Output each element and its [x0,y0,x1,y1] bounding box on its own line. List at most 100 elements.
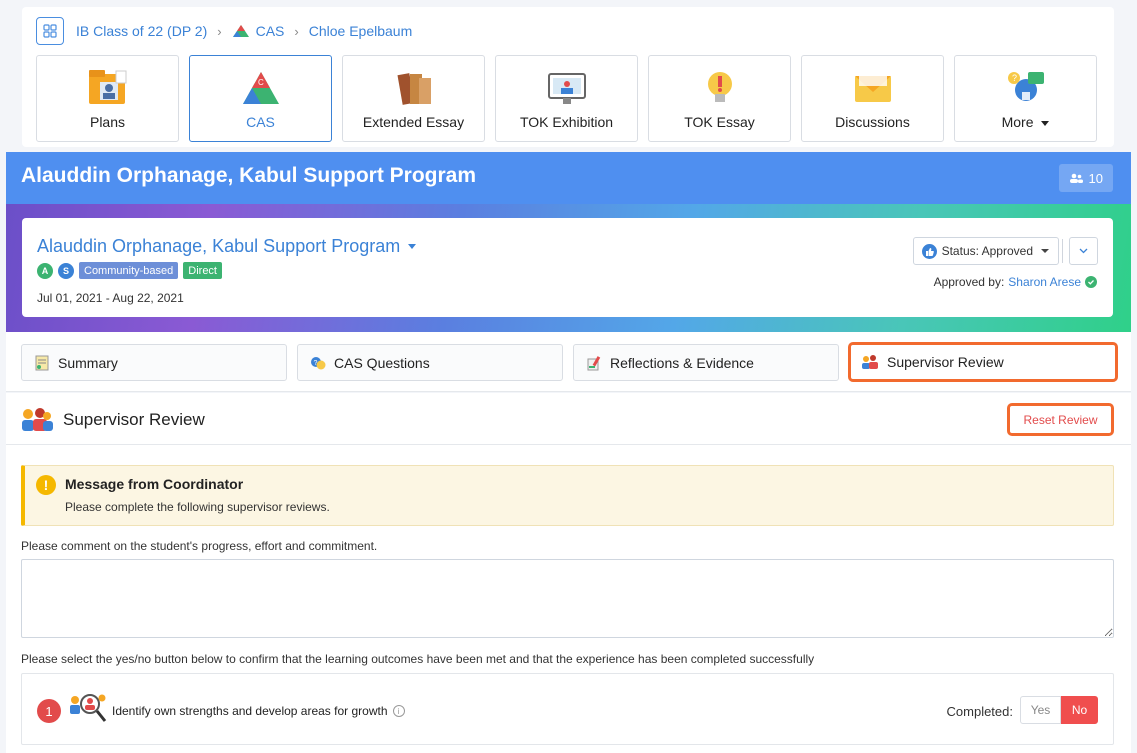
breadcrumb-class[interactable]: IB Class of 22 (DP 2) [76,23,207,39]
reset-review-button[interactable]: Reset Review [1007,403,1114,436]
comment-field[interactable] [21,559,1114,638]
project-banner: Alauddin Orphanage, Kabul Support Progra… [6,152,1131,204]
tile-tok-essay[interactable]: TOK Essay [648,55,791,142]
approved-by-label: Approved by: [933,275,1005,289]
caret-down-icon [1041,249,1049,253]
coordinator-message: ! Message from Coordinator Please comple… [21,465,1114,526]
info-icon[interactable]: i [392,705,405,717]
tile-more-label: More [955,114,1096,130]
project-hero: Alauddin Orphanage, Kabul Support Progra… [6,204,1131,332]
activity-badge: A [37,262,53,279]
users-icon [1069,173,1083,183]
approver-link[interactable]: Sharon Arese [1008,275,1081,289]
tile-tok-exhibition[interactable]: TOK Exhibition [495,55,638,142]
apps-grid-button[interactable] [36,17,64,45]
yes-button[interactable]: Yes [1020,696,1061,724]
more-modules-icon: ? [1007,72,1044,101]
svg-text:?: ? [314,360,318,367]
thumbs-up-icon [921,243,937,259]
service-badge: S [58,262,74,279]
tile-plans[interactable]: Plans [36,55,179,142]
module-navigation-card: IB Class of 22 (DP 2) › CAS › Chloe Epel… [22,7,1114,147]
project-tabs: Summary ? CAS Questions Reflections & Ev… [6,332,1131,392]
learning-outcome-row: 1 Identify own strengths and develop are… [21,673,1114,745]
tile-tok-essay-label: TOK Essay [684,114,755,130]
section-header: Supervisor Review Reset Review [6,393,1131,445]
tile-discussions-label: Discussions [835,114,910,130]
members-button[interactable]: 10 [1058,164,1113,192]
no-button[interactable]: No [1061,696,1098,724]
tab-reflections-evidence[interactable]: Reflections & Evidence [573,344,839,381]
tile-plans-label: Plans [89,114,126,130]
chevron-right-icon: › [294,23,299,39]
tile-extended-essay[interactable]: Extended Essay [342,55,485,142]
divider [1062,239,1063,263]
tile-cas-label: CAS [246,114,275,130]
tab-supervisor-review[interactable]: Supervisor Review [848,342,1118,382]
approved-by: Approved by: Sharon Arese [934,275,1097,289]
questions-icon: ? [311,356,326,369]
tab-summary[interactable]: Summary [21,344,287,381]
supervisor-icon [22,408,53,431]
chevron-down-icon [1079,248,1088,254]
breadcrumb-cas[interactable]: CAS [232,23,285,39]
strengths-growth-icon [70,694,107,722]
message-title: Message from Coordinator [65,476,244,492]
tab-cas-questions-label: CAS Questions [334,354,430,371]
tag-direct: Direct [183,262,222,279]
caret-down-icon [1041,120,1050,126]
tab-summary-label: Summary [58,354,118,371]
grid-icon [43,24,57,38]
project-dates: Jul 01, 2021 - Aug 22, 2021 [37,291,184,305]
outcome-label: Identify own strengths and develop areas… [112,704,388,718]
banner-title: Alauddin Orphanage, Kabul Support Progra… [21,164,477,187]
project-title: Alauddin Orphanage, Kabul Support Progra… [37,236,401,256]
check-circle-icon [1085,276,1097,288]
svg-text:C: C [258,78,264,87]
project-title-dropdown[interactable]: Alauddin Orphanage, Kabul Support Progra… [37,236,417,257]
outcome-description: Identify own strengths and develop areas… [112,704,405,718]
caret-down-icon [408,244,417,249]
confirm-instructions: Please select the yes/no button below to… [21,652,815,666]
breadcrumb-cas-label: CAS [255,23,285,39]
books-icon [396,73,431,105]
lightbulb-icon [707,72,732,102]
tile-tok-exhibition-label: TOK Exhibition [519,114,614,130]
comment-label: Please comment on the student's progress… [21,539,378,553]
supervisor-review-panel: Supervisor Review Reset Review ! Message… [6,393,1131,753]
status-label: Status: Approved [941,244,1033,258]
breadcrumb: IB Class of 22 (DP 2) › CAS › Chloe Epel… [36,17,412,45]
members-count: 10 [1088,170,1103,186]
tab-reflections-evidence-label: Reflections & Evidence [610,354,754,371]
envelope-icon [854,72,891,102]
tile-more[interactable]: ? More [954,55,1097,142]
status-dropdown[interactable]: Status: Approved [912,237,1059,265]
plans-icon [88,70,126,104]
chevron-right-icon: › [217,23,222,39]
exclamation-icon: ! [36,475,56,495]
outcome-number-badge: 1 [37,699,61,723]
breadcrumb-student[interactable]: Chloe Epelbaum [309,23,413,39]
completed-label: Completed: [946,704,1013,719]
exhibition-icon [547,73,586,104]
section-title: Supervisor Review [63,410,205,429]
yes-no-toggle: Yes No [1020,696,1098,724]
project-card: Alauddin Orphanage, Kabul Support Progra… [22,218,1113,317]
module-tiles: Plans C CAS Extended Essay TOK Exhibitio… [36,55,1107,142]
tab-supervisor-review-label: Supervisor Review [887,354,1004,370]
project-tags: A S Community-based Direct [37,262,222,279]
svg-text:?: ? [1012,73,1017,83]
reflections-icon [587,355,601,370]
tile-more-text: More [1001,114,1034,130]
message-body: Please complete the following supervisor… [65,500,330,514]
cas-triangle-icon [232,25,249,37]
tile-extended-essay-label: Extended Essay [362,114,465,130]
tab-cas-questions[interactable]: ? CAS Questions [297,344,563,381]
supervisor-icon [862,355,878,369]
cas-triangle-icon: C [242,72,279,104]
tile-discussions[interactable]: Discussions [801,55,944,142]
tile-cas[interactable]: C CAS [189,55,332,142]
summary-icon [35,355,49,370]
more-options-button[interactable] [1069,237,1098,265]
tag-community-based: Community-based [79,262,179,279]
